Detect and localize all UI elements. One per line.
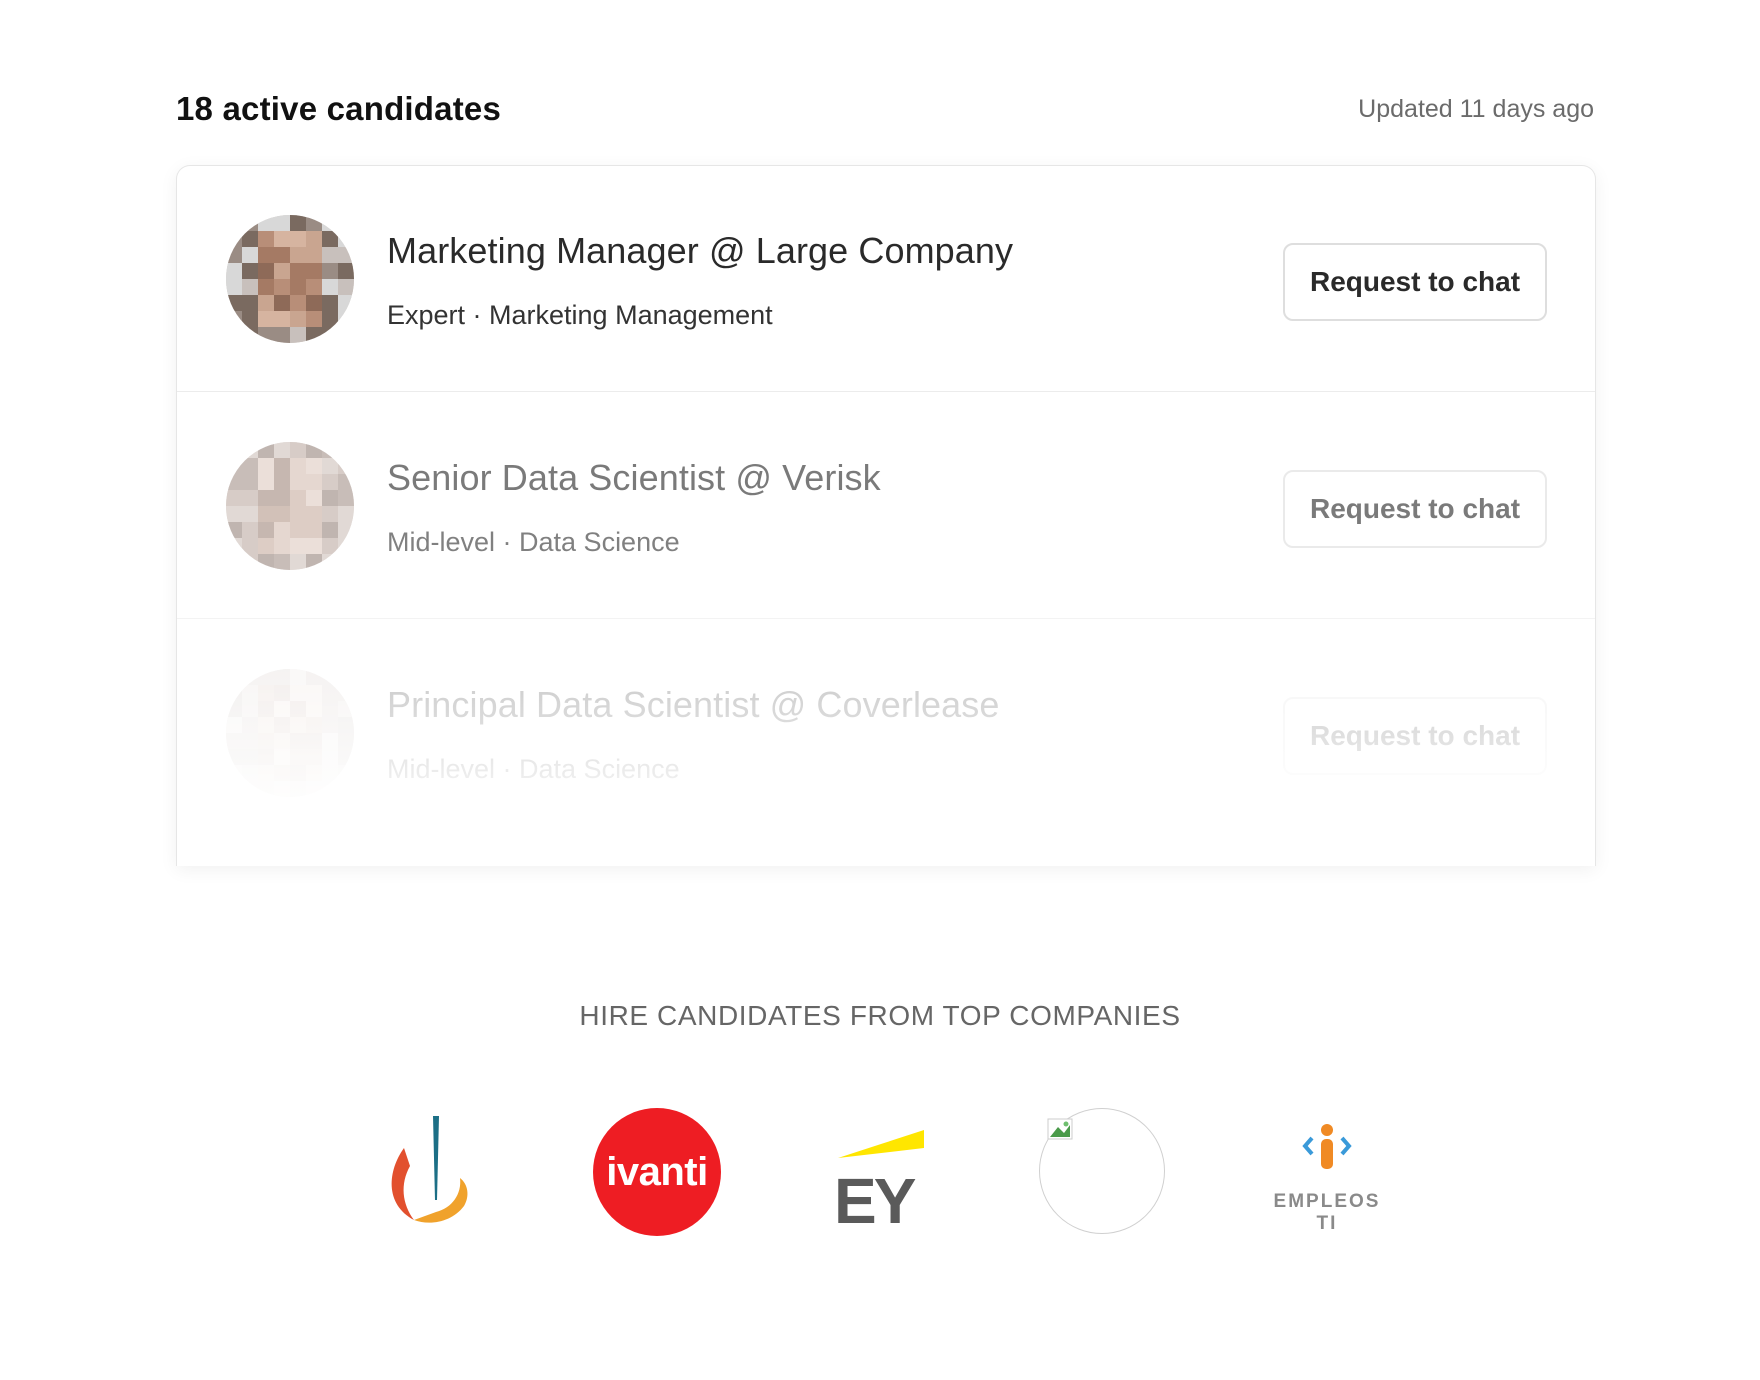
- candidate-title: Marketing Manager @ Large Company: [387, 230, 1014, 271]
- active-candidates-count: 18 active candidates: [176, 90, 502, 127]
- candidate-avatar: [226, 442, 354, 570]
- candidate-avatar: [226, 215, 354, 343]
- updated-timestamp: Updated 11 days ago: [1358, 94, 1594, 123]
- request-to-chat-button[interactable]: Request to chat: [1283, 243, 1547, 321]
- candidates-header: 18 active candidates Updated 11 days ago: [176, 90, 1594, 128]
- candidate-row: Senior Data Scientist @ Verisk Mid-level…: [177, 393, 1595, 619]
- company-logos: ivanti EY EMPLEOS TI: [0, 1108, 1760, 1238]
- broken-image-icon: [1039, 1108, 1169, 1238]
- candidate-meta: Expert · Marketing Management: [387, 300, 773, 330]
- request-to-chat-button[interactable]: Request to chat: [1283, 470, 1547, 548]
- candidate-meta: Mid-level · Data Science: [387, 527, 680, 557]
- flame-logo-icon: [370, 1108, 500, 1238]
- companies-heading: HIRE CANDIDATES FROM TOP COMPANIES: [579, 1000, 1181, 1031]
- ivanti-logo-text: ivanti: [606, 1149, 708, 1194]
- ey-logo-text: EY: [834, 1165, 916, 1237]
- ivanti-logo-icon: ivanti: [593, 1108, 723, 1238]
- empleosti-logo-text: EMPLEOS TI: [1273, 1191, 1381, 1234]
- candidates-card: Marketing Manager @ Large Company Expert…: [176, 165, 1596, 866]
- request-to-chat-button[interactable]: Request to chat: [1283, 697, 1547, 775]
- candidate-title: Principal Data Scientist @ Coverlease: [387, 684, 1000, 725]
- candidate-avatar: [226, 669, 354, 797]
- ey-logo-icon: EY: [816, 1108, 946, 1238]
- candidate-title: Senior Data Scientist @ Verisk: [387, 457, 881, 498]
- empleosti-logo-icon: EMPLEOS TI: [1262, 1108, 1392, 1238]
- candidate-row: Marketing Manager @ Large Company Expert…: [177, 166, 1595, 392]
- candidate-row: Principal Data Scientist @ Coverlease Mi…: [177, 620, 1595, 846]
- candidate-meta: Mid-level · Data Science: [387, 754, 680, 784]
